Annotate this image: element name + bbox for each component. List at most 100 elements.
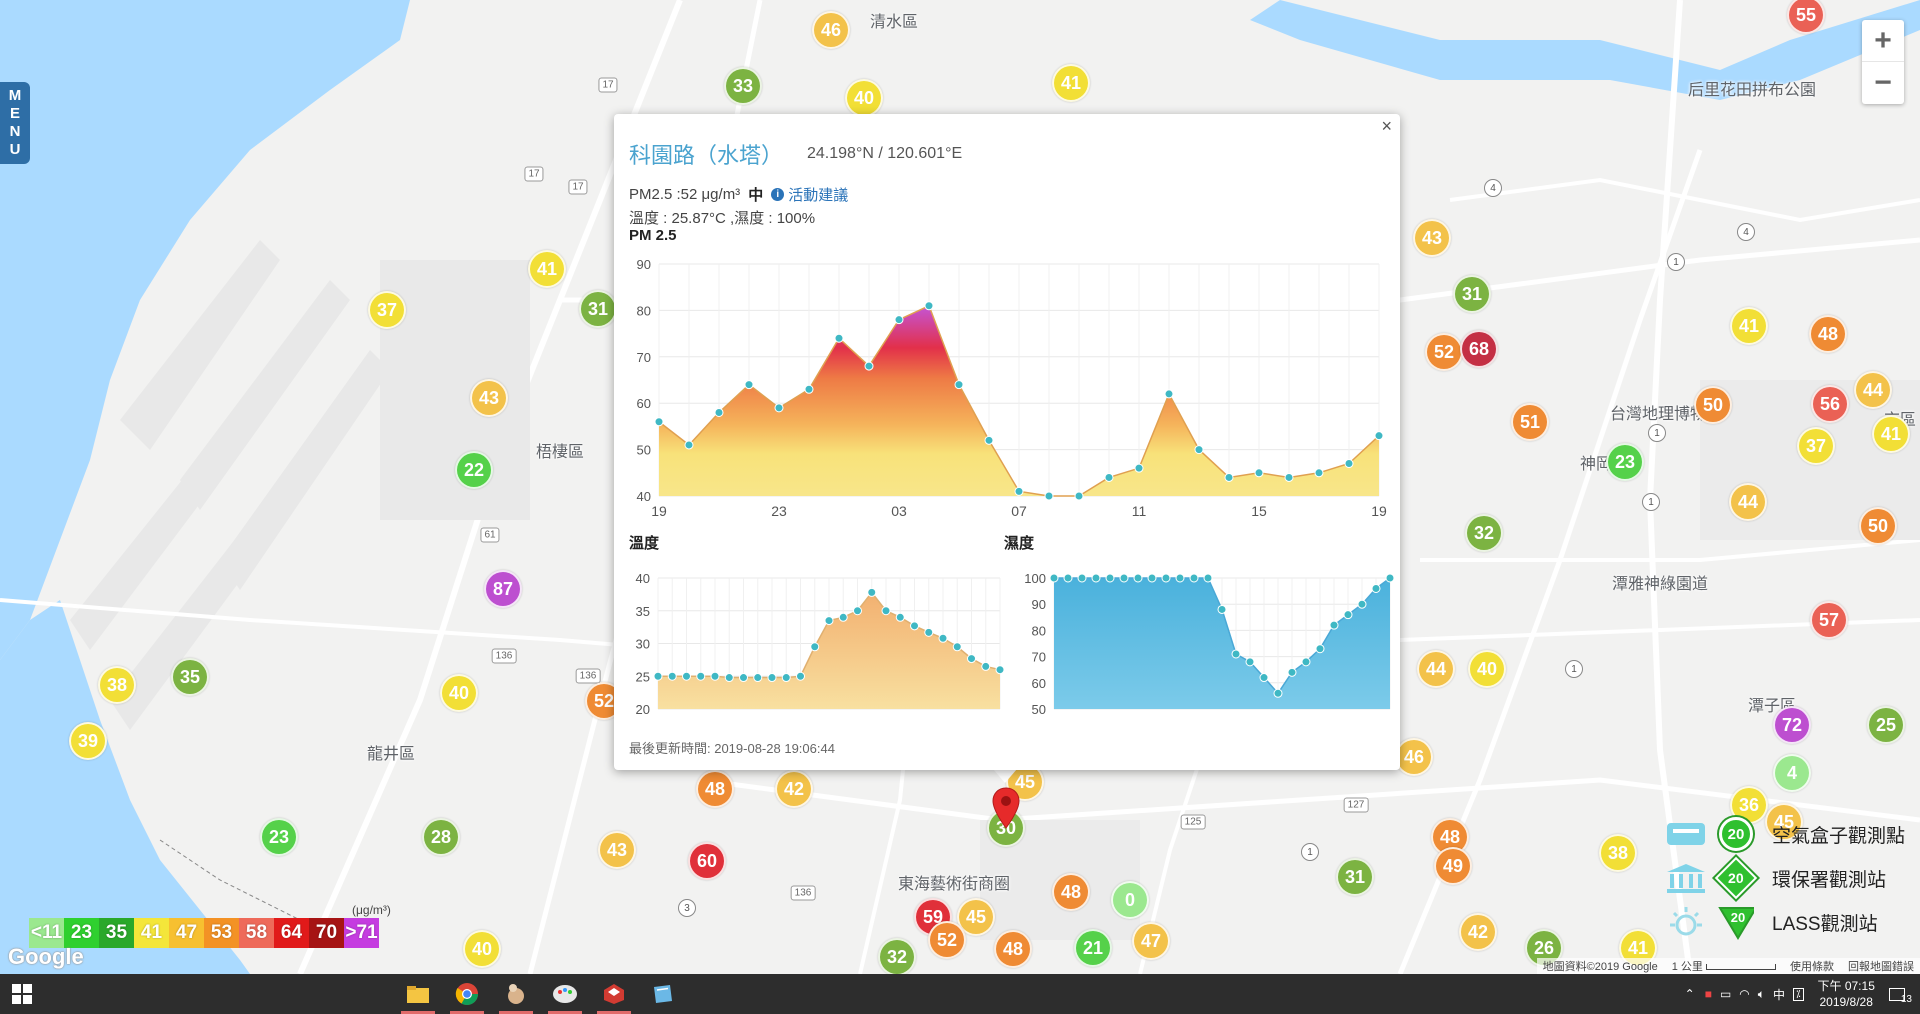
data-point[interactable]	[1077, 573, 1087, 583]
data-point[interactable]	[1245, 657, 1255, 667]
pm-station-marker[interactable]: 33	[724, 67, 762, 105]
data-point[interactable]	[864, 361, 874, 371]
temperature-chart[interactable]: 20 25 30 35 40	[614, 548, 1014, 718]
pm-station-marker[interactable]: 44	[1417, 650, 1455, 688]
pm-station-marker[interactable]: 43	[470, 379, 508, 417]
chevron-up-icon[interactable]: ⌃	[1685, 987, 1695, 1001]
pm-station-marker[interactable]: 37	[1797, 427, 1835, 465]
data-point[interactable]	[924, 627, 934, 637]
ime-indicator[interactable]: 中	[1773, 986, 1785, 1003]
data-point[interactable]	[696, 671, 706, 681]
report-error-link[interactable]: 回報地圖錯誤	[1848, 958, 1914, 974]
data-point[interactable]	[724, 673, 734, 683]
data-point[interactable]	[1314, 468, 1324, 478]
data-point[interactable]	[954, 380, 964, 390]
pm-station-marker[interactable]: 47	[1132, 922, 1170, 960]
data-point[interactable]	[1385, 573, 1395, 583]
pm-station-marker[interactable]: 32	[878, 938, 916, 974]
data-point[interactable]	[867, 587, 877, 597]
data-point[interactable]	[654, 417, 664, 427]
humidity-chart[interactable]: 50 60 70 80 90 100	[994, 548, 1395, 718]
data-point[interactable]	[910, 621, 919, 631]
pm-station-marker[interactable]: 48	[696, 770, 734, 808]
pm-station-marker[interactable]: 60	[688, 842, 726, 880]
data-point[interactable]	[952, 642, 962, 652]
data-point[interactable]	[1044, 491, 1054, 501]
antivirus-icon[interactable]: ■	[1705, 987, 1712, 1001]
pm-station-marker[interactable]: 68	[1460, 330, 1498, 368]
data-point[interactable]	[653, 671, 663, 681]
pm-station-marker[interactable]: 31	[1453, 275, 1491, 313]
pm-station-marker[interactable]: 38	[1599, 834, 1637, 872]
data-point[interactable]	[1164, 389, 1174, 399]
data-point[interactable]	[895, 612, 905, 622]
pm25-chart[interactable]: 40 50 60 70 80 90 19 23 03 07 11 15 19	[614, 244, 1400, 519]
data-point[interactable]	[796, 671, 805, 681]
chrome-icon[interactable]	[444, 974, 490, 1014]
location-pin-icon[interactable]	[991, 786, 1021, 830]
notebook-icon[interactable]	[640, 974, 686, 1014]
data-point[interactable]	[1301, 657, 1311, 667]
pm-station-marker[interactable]: 46	[812, 11, 850, 49]
pm-station-marker[interactable]: 39	[69, 722, 107, 760]
pm-station-marker[interactable]: 23	[1606, 443, 1644, 481]
pm-station-marker[interactable]: 48	[1052, 873, 1090, 911]
data-point[interactable]	[1231, 649, 1241, 659]
pm-station-marker[interactable]: 41	[1872, 415, 1910, 453]
pm-station-marker[interactable]: 48	[994, 930, 1032, 968]
data-point[interactable]	[1105, 573, 1115, 583]
close-button[interactable]: ×	[1381, 116, 1392, 137]
pm-station-marker[interactable]: 22	[455, 451, 493, 489]
data-point[interactable]	[753, 673, 763, 683]
volume-icon[interactable]: 🔈︎	[1758, 987, 1765, 1002]
pm-station-marker[interactable]: 40	[1468, 650, 1506, 688]
windows-start-icon[interactable]	[12, 984, 32, 1004]
data-point[interactable]	[1119, 573, 1129, 583]
map-data-credit[interactable]: 地圖資料©2019 Google	[1543, 958, 1658, 974]
data-point[interactable]	[1161, 573, 1171, 583]
pm-station-marker[interactable]: 40	[845, 79, 883, 117]
menu-button[interactable]: MENU	[0, 82, 30, 164]
pm-station-marker[interactable]: 43	[598, 831, 636, 869]
data-point[interactable]	[1175, 573, 1185, 583]
data-point[interactable]	[1063, 573, 1073, 583]
data-point[interactable]	[739, 673, 748, 683]
data-point[interactable]	[1374, 431, 1384, 441]
pm-station-marker[interactable]: 28	[422, 818, 460, 856]
pm-station-marker[interactable]: 46	[1395, 738, 1433, 776]
data-point[interactable]	[984, 435, 994, 445]
data-point[interactable]	[824, 616, 834, 626]
data-point[interactable]	[1014, 486, 1024, 496]
data-point[interactable]	[1134, 463, 1144, 473]
pm-station-marker[interactable]: 44	[1854, 371, 1892, 409]
pm-station-marker[interactable]: 25	[1867, 706, 1905, 744]
input-mode-icon[interactable]: ⁒	[1793, 987, 1804, 1001]
terms-link[interactable]: 使用條款	[1790, 958, 1834, 974]
data-point[interactable]	[1203, 573, 1213, 583]
pm-station-marker[interactable]: 48	[1809, 315, 1847, 353]
pm-station-marker[interactable]: 52	[1425, 333, 1463, 371]
pm-station-marker[interactable]: 52	[928, 921, 966, 959]
data-point[interactable]	[1074, 491, 1084, 501]
data-point[interactable]	[1329, 620, 1339, 630]
data-point[interactable]	[1217, 604, 1227, 614]
file-explorer-icon[interactable]	[395, 974, 441, 1014]
pm-station-marker[interactable]: 50	[1859, 507, 1897, 545]
pm-station-marker[interactable]: 50	[1694, 386, 1732, 424]
pm-station-marker[interactable]: 31	[579, 290, 617, 328]
data-point[interactable]	[1344, 459, 1354, 469]
pm-station-marker[interactable]: 57	[1810, 601, 1848, 639]
wifi-icon[interactable]: ◠	[1739, 987, 1749, 1001]
data-point[interactable]	[781, 673, 791, 683]
clock[interactable]: 下午 07:15 2019/8/28	[1818, 978, 1875, 1010]
data-point[interactable]	[967, 654, 976, 664]
pm-station-marker[interactable]: 87	[484, 570, 522, 608]
data-point[interactable]	[838, 612, 848, 622]
pm-station-marker[interactable]: 42	[775, 770, 813, 808]
data-point[interactable]	[894, 315, 904, 325]
data-point[interactable]	[1091, 573, 1101, 583]
zoom-out-button[interactable]: −	[1862, 62, 1904, 104]
pm-station-marker[interactable]: 51	[1511, 403, 1549, 441]
pm-station-marker[interactable]: 31	[1336, 858, 1374, 896]
zoom-in-button[interactable]: +	[1862, 20, 1904, 62]
